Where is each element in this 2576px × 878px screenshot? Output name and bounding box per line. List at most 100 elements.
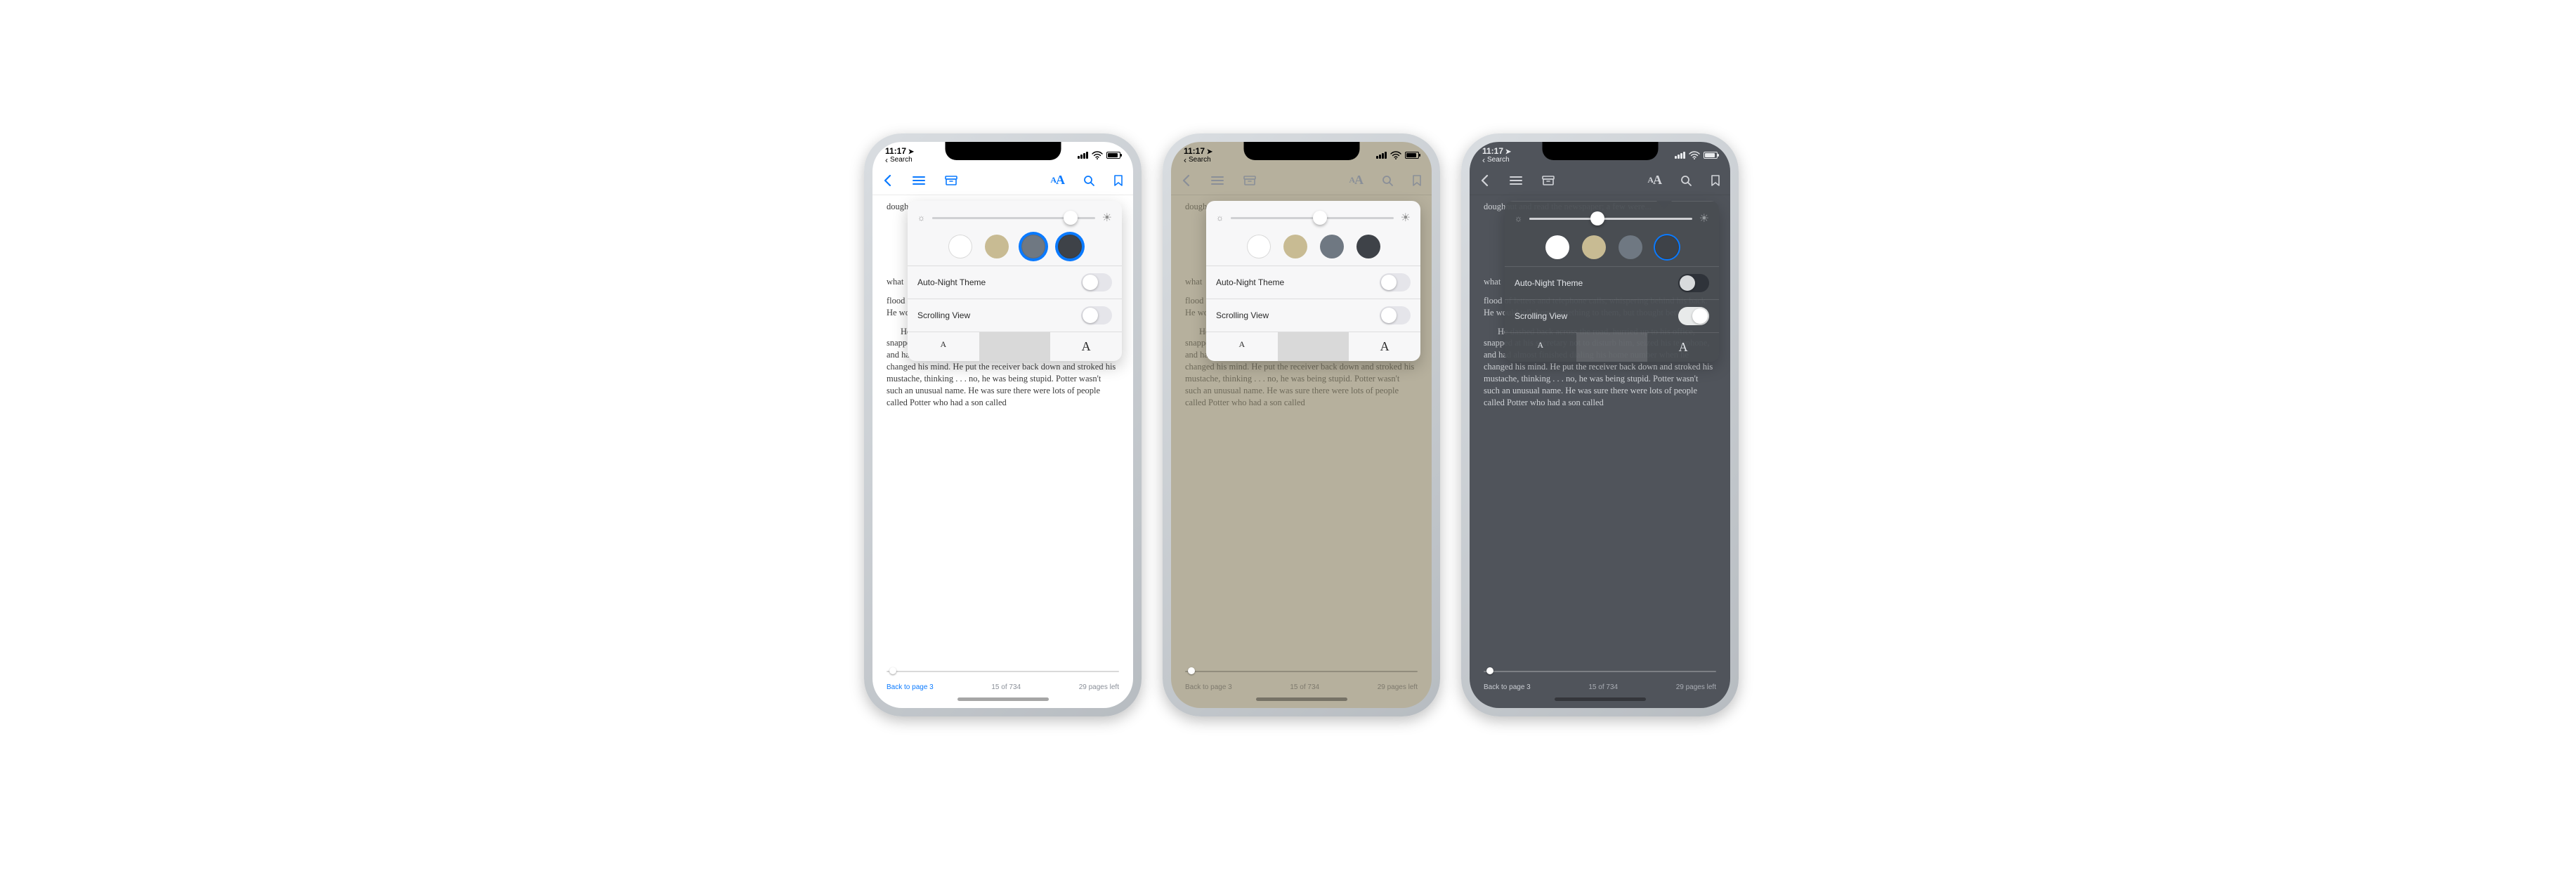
theme-swatch-white[interactable] — [1247, 235, 1271, 258]
font-larger-button[interactable]: A — [1349, 332, 1420, 361]
breadcrumb[interactable]: ‹Search — [885, 156, 914, 164]
breadcrumb[interactable]: ‹Search — [1184, 156, 1212, 164]
theme-swatch-grey[interactable] — [1619, 235, 1642, 259]
theme-swatch-sepia[interactable] — [1283, 235, 1307, 258]
notch — [1243, 142, 1359, 160]
scrolling-view-label: Scrolling View — [917, 310, 970, 320]
auto-night-toggle[interactable] — [1678, 274, 1709, 292]
font-larger-button[interactable]: A — [1647, 333, 1719, 362]
phone-frame-sepia: 11:17 ➤ ‹Search — [1163, 133, 1440, 716]
scrolling-view-row: Scrolling View — [1505, 299, 1719, 332]
theme-swatch-white[interactable] — [948, 235, 972, 258]
toc-icon[interactable] — [912, 175, 926, 186]
theme-swatch-grey[interactable] — [1320, 235, 1344, 258]
font-smaller-button[interactable]: A — [1505, 333, 1576, 362]
theme-swatch-night[interactable] — [1058, 235, 1082, 258]
library-icon[interactable] — [944, 175, 958, 186]
font-smaller-button[interactable]: A — [1206, 332, 1278, 361]
theme-swatch-night[interactable] — [1356, 235, 1380, 258]
breadcrumb[interactable]: ‹Search — [1482, 156, 1511, 164]
theme-swatch-row — [1206, 229, 1420, 266]
theme-swatch-night[interactable] — [1655, 235, 1679, 259]
status-time: 11:17 ➤ — [1482, 147, 1511, 156]
back-to-page-link[interactable]: Back to page 3 — [1484, 683, 1531, 691]
brightness-high-icon: ☀ — [1401, 211, 1411, 225]
appearance-icon[interactable]: AA — [1647, 173, 1661, 188]
reader-toolbar: AA — [1470, 166, 1730, 195]
phone-frame-light: 11:17 ➤ ‹Search — [864, 133, 1142, 716]
brightness-slider[interactable] — [1231, 212, 1394, 223]
notch — [1542, 142, 1658, 160]
brightness-slider[interactable] — [1529, 213, 1692, 224]
phone-frame-night: 11:17 ➤ ‹Search — [1461, 133, 1739, 716]
brightness-slider[interactable] — [932, 212, 1095, 223]
font-size-row: A A — [1505, 332, 1719, 362]
status-time: 11:17 ➤ — [1184, 147, 1212, 156]
back-to-page-link[interactable]: Back to page 3 — [887, 683, 934, 691]
appearance-popup: ☼ ☀ Auto-Night Theme Scrolling View A A — [1505, 201, 1719, 362]
theme-swatch-white[interactable] — [1545, 235, 1569, 259]
pages-left: 29 pages left — [1378, 683, 1418, 691]
bookmark-icon[interactable] — [1412, 174, 1422, 187]
battery-icon — [1106, 152, 1120, 159]
brightness-low-icon: ☼ — [1216, 213, 1224, 223]
reader-footer: Back to page 3 15 of 734 29 pages left — [1171, 683, 1432, 691]
toc-icon[interactable] — [1509, 175, 1523, 186]
font-smaller-button[interactable]: A — [908, 332, 979, 361]
appearance-icon[interactable]: AA — [1349, 173, 1363, 188]
scrolling-view-toggle[interactable] — [1081, 306, 1112, 325]
auto-night-label: Auto-Night Theme — [917, 277, 986, 287]
scrolling-view-toggle[interactable] — [1678, 307, 1709, 325]
status-time: 11:17 ➤ — [885, 147, 914, 156]
page-scrubber[interactable] — [887, 669, 1119, 674]
font-larger-button[interactable]: A — [1050, 332, 1122, 361]
page-scrubber[interactable] — [1484, 669, 1716, 674]
appearance-icon[interactable]: AA — [1050, 173, 1064, 188]
cell-signal-icon — [1376, 152, 1387, 159]
auto-night-toggle[interactable] — [1380, 273, 1411, 291]
reader-footer: Back to page 3 15 of 734 29 pages left — [872, 683, 1133, 691]
back-icon[interactable] — [882, 174, 894, 187]
toc-icon[interactable] — [1210, 175, 1224, 186]
library-icon[interactable] — [1541, 175, 1555, 186]
pages-left: 29 pages left — [1079, 683, 1119, 691]
theme-swatch-row — [1505, 230, 1719, 266]
back-icon[interactable] — [1479, 174, 1491, 187]
reader-toolbar: AA — [1171, 166, 1432, 195]
auto-night-row: Auto-Night Theme — [1206, 266, 1420, 299]
theme-swatch-sepia[interactable] — [1582, 235, 1606, 259]
search-icon[interactable] — [1083, 174, 1095, 187]
brightness-row: ☼ ☀ — [1505, 201, 1719, 230]
search-icon[interactable] — [1381, 174, 1394, 187]
library-icon[interactable] — [1243, 175, 1257, 186]
page-counter: 15 of 734 — [991, 683, 1021, 691]
auto-night-row: Auto-Night Theme — [908, 266, 1122, 299]
search-icon[interactable] — [1680, 174, 1692, 187]
scrolling-view-row: Scrolling View — [908, 299, 1122, 332]
auto-night-row: Auto-Night Theme — [1505, 266, 1719, 299]
cell-signal-icon — [1078, 152, 1088, 159]
back-to-page-link[interactable]: Back to page 3 — [1185, 683, 1232, 691]
screen: 11:17 ➤ ‹Search — [1470, 142, 1730, 708]
bookmark-icon[interactable] — [1711, 174, 1720, 187]
font-size-divider — [1576, 333, 1648, 362]
font-size-divider — [1278, 332, 1349, 361]
page-scrubber[interactable] — [1185, 669, 1418, 674]
theme-swatch-grey[interactable] — [1021, 235, 1045, 258]
brightness-low-icon: ☼ — [1515, 214, 1522, 223]
theme-swatch-sepia[interactable] — [985, 235, 1009, 258]
appearance-popup: ☼ ☀ Auto-Night Theme Scrolling View A A — [908, 201, 1122, 361]
reader-toolbar: AA — [872, 166, 1133, 195]
back-icon[interactable] — [1181, 174, 1192, 187]
font-size-row: A A — [1206, 332, 1420, 361]
auto-night-toggle[interactable] — [1081, 273, 1112, 291]
brightness-low-icon: ☼ — [917, 213, 925, 223]
bookmark-icon[interactable] — [1113, 174, 1123, 187]
stage: 11:17 ➤ ‹Search — [0, 0, 2576, 878]
reader-footer: Back to page 3 15 of 734 29 pages left — [1470, 683, 1730, 691]
auto-night-label: Auto-Night Theme — [1515, 278, 1583, 288]
theme-swatch-row — [908, 229, 1122, 266]
font-size-row: A A — [908, 332, 1122, 361]
brightness-high-icon: ☀ — [1102, 211, 1112, 225]
scrolling-view-toggle[interactable] — [1380, 306, 1411, 325]
